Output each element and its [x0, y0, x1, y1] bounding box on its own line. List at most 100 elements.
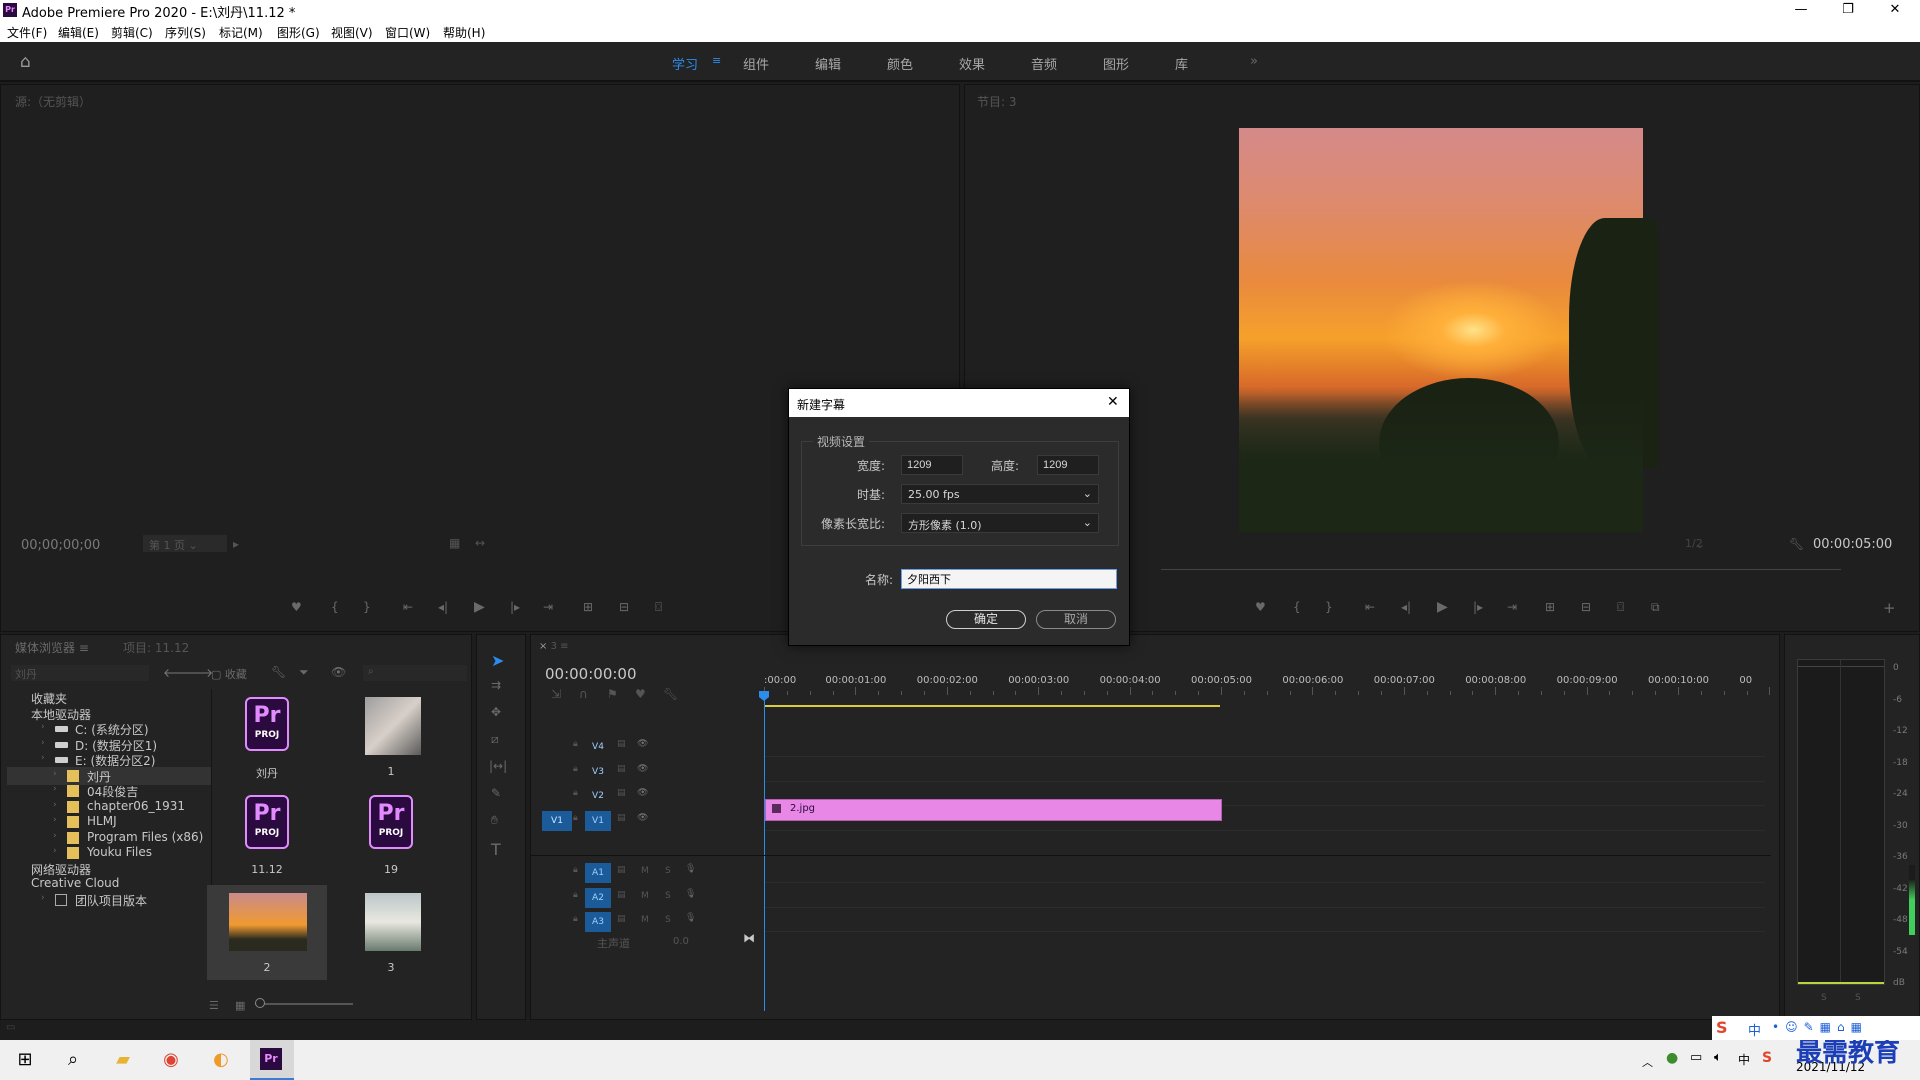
maximize-button[interactable]: ❐	[1825, 1, 1871, 19]
ripple-edit-tool-icon[interactable]: ✥	[491, 705, 501, 719]
work-area-bar[interactable]	[764, 705, 1220, 707]
master-volume[interactable]: 0.0	[673, 936, 689, 947]
sync-lock-icon[interactable]: ▤	[617, 739, 626, 749]
media-browser-tab[interactable]: 媒体浏览器 ≡	[15, 639, 89, 656]
workspace-color[interactable]: 颜色	[887, 54, 913, 73]
ok-button[interactable]: 确定	[946, 610, 1026, 629]
track-label[interactable]: V2	[585, 786, 611, 806]
path-select[interactable]: 刘丹	[11, 665, 149, 681]
sync-lock-icon[interactable]: ▤	[617, 865, 626, 875]
overwrite-icon[interactable]: ⊟	[619, 600, 629, 614]
clip-2-jpg[interactable]: 2.jpg	[765, 799, 1222, 821]
wrench-icon[interactable]: 🔧︎	[1789, 537, 1804, 551]
insert-icon[interactable]: ⊞	[583, 600, 593, 614]
height-input[interactable]	[1037, 455, 1099, 475]
media-item[interactable]: 1	[331, 689, 451, 784]
menu-marker[interactable]: 标记(M)	[219, 24, 263, 41]
volume-icon[interactable]: 🔈︎	[1714, 1050, 1722, 1065]
program-zoom[interactable]: 1/2	[1685, 537, 1703, 550]
source-page-select[interactable]: 第 1 页 ⌄	[143, 535, 227, 552]
program-mark-in-icon[interactable]: {	[1293, 600, 1301, 614]
chevron-right-icon[interactable]: ›	[41, 738, 45, 748]
wrench-icon[interactable]: 🔧︎	[271, 665, 286, 679]
mark-out-icon[interactable]: }	[363, 600, 371, 614]
program-go-to-out-icon[interactable]: ⇥	[1507, 600, 1517, 614]
zoom-slider-handle[interactable]	[255, 998, 265, 1008]
solo-right[interactable]: S	[1855, 993, 1861, 1003]
project-tab[interactable]: 项目: 11.12	[123, 639, 189, 656]
tray-expand-icon[interactable]: ︿	[1642, 1054, 1653, 1070]
source-settings-icon[interactable]: ▦	[449, 536, 460, 550]
chevron-right-icon[interactable]: ›	[41, 893, 45, 903]
pen-tool-icon[interactable]: ✎	[491, 786, 501, 800]
menu-graphics[interactable]: 图形(G)	[277, 24, 320, 41]
program-timecode[interactable]: 00:00:05:00	[1813, 537, 1892, 552]
workspace-menu-icon[interactable]: ≡	[712, 54, 721, 67]
forward-icon[interactable]: 🡒	[181, 665, 213, 680]
program-play-icon[interactable]: ▶	[1437, 599, 1448, 615]
eye-icon[interactable]: 👁︎	[637, 739, 648, 749]
program-go-to-in-icon[interactable]: ⇤	[1365, 600, 1375, 614]
chevron-right-icon[interactable]: ›	[53, 831, 57, 841]
sogou-toolbar-icon[interactable]: S	[1716, 1018, 1728, 1037]
workspace-editing[interactable]: 编辑	[815, 54, 841, 73]
track-label[interactable]: V1	[585, 810, 611, 831]
chevron-right-icon[interactable]: ›	[53, 846, 57, 856]
lock-icon[interactable]: 🔒︎	[573, 865, 578, 875]
workspace-effects[interactable]: 效果	[959, 54, 985, 73]
chevron-right-icon[interactable]: ›	[53, 784, 57, 794]
source-patch-v1[interactable]: V1	[542, 810, 572, 831]
menu-sequence[interactable]: 序列(S)	[165, 24, 206, 41]
ime-indicator[interactable]: 中	[1738, 1051, 1750, 1068]
list-view-icon[interactable]: ☰	[209, 999, 219, 1012]
media-item[interactable]: Pr PROJ 刘丹	[207, 689, 327, 784]
file-explorer-icon[interactable]: ▰	[108, 1046, 138, 1074]
type-tool-icon[interactable]: T	[491, 840, 501, 859]
chevron-right-icon[interactable]: ›	[41, 753, 45, 763]
lift-icon[interactable]: ⊞	[1545, 600, 1555, 614]
minimize-button[interactable]: —	[1778, 1, 1824, 19]
sync-lock-icon[interactable]: ▤	[617, 890, 626, 900]
chrome-icon[interactable]: ◉	[156, 1046, 186, 1074]
workspace-graphics[interactable]: 图形	[1103, 54, 1129, 73]
solo-button[interactable]: S	[665, 891, 671, 901]
workspace-more-icon[interactable]: »	[1250, 54, 1258, 69]
search-icon[interactable]: ⌕	[58, 1046, 88, 1074]
browser-app-icon[interactable]: ◐	[206, 1046, 236, 1074]
pixel-aspect-select[interactable]: 方形像素 (1.0) ⌄	[901, 513, 1099, 533]
source-play-small-icon[interactable]: ▸	[233, 537, 239, 551]
icon-view-icon[interactable]: ▦	[235, 999, 245, 1012]
playhead-handle[interactable]	[759, 691, 769, 701]
selection-tool-icon[interactable]: ➤	[491, 651, 504, 670]
program-scrub-bar[interactable]	[1161, 569, 1841, 570]
lock-icon[interactable]: 🔒︎	[573, 914, 578, 924]
sogou-icon[interactable]: S	[1762, 1050, 1772, 1066]
hand-tool-icon[interactable]: ✋︎	[491, 813, 498, 828]
chevron-right-icon[interactable]: ›	[53, 769, 57, 779]
ime-tools-icons[interactable]: •☺✎▦⌂▦	[1772, 1020, 1868, 1034]
workspace-audio[interactable]: 音频	[1031, 54, 1057, 73]
source-timecode[interactable]: 00;00;00;00	[21, 538, 100, 553]
chevron-right-icon[interactable]: ›	[53, 800, 57, 810]
program-mark-out-icon[interactable]: }	[1325, 600, 1333, 614]
slip-tool-icon[interactable]: |↔|	[489, 759, 507, 773]
ime-mode[interactable]: 中	[1748, 1020, 1761, 1039]
eye-icon[interactable]: 👁︎	[637, 788, 648, 798]
track-label[interactable]: A1	[585, 863, 611, 883]
lock-icon[interactable]: 🔒︎	[573, 764, 578, 774]
media-item[interactable]: 2	[207, 885, 327, 980]
menu-clip[interactable]: 剪辑(C)	[111, 24, 153, 41]
program-export-frame-icon[interactable]: ⌼	[1617, 600, 1624, 615]
solo-left[interactable]: S	[1821, 993, 1827, 1003]
track-label[interactable]: V3	[585, 762, 611, 782]
go-to-in-icon[interactable]: ⇤	[403, 600, 413, 614]
sync-lock-icon[interactable]: ▤	[617, 914, 626, 924]
menu-file[interactable]: 文件(F)	[7, 24, 47, 41]
close-button[interactable]: ✕	[1872, 1, 1918, 19]
lock-icon[interactable]: 🔒︎	[573, 890, 578, 900]
lock-icon[interactable]: 🔒︎	[573, 739, 578, 749]
mark-in-icon[interactable]: {	[331, 600, 339, 614]
name-input[interactable]	[901, 569, 1117, 589]
timebase-select[interactable]: 25.00 fps ⌄	[901, 484, 1099, 504]
program-marker-icon[interactable]: ♥	[1255, 600, 1266, 614]
